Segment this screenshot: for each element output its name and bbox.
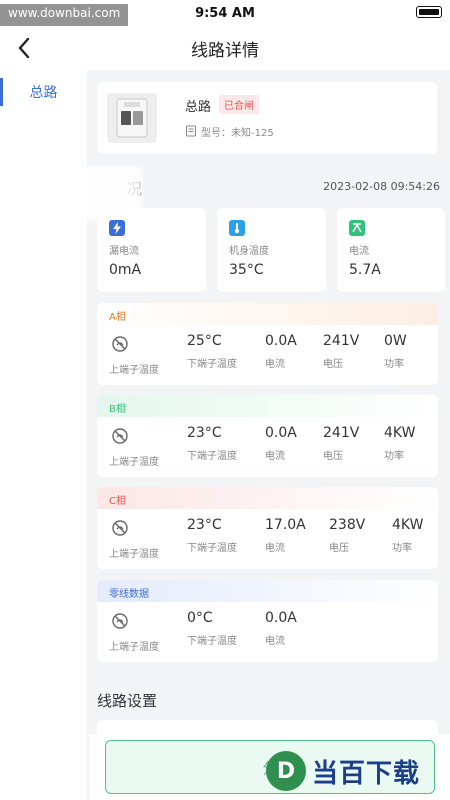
nav-bar: 线路详情 — [0, 26, 450, 70]
phase-label: 电流 — [265, 636, 285, 647]
bolt-icon — [109, 220, 125, 236]
sensor-off-icon — [112, 336, 128, 352]
phase-label: 下端子温度 — [187, 636, 237, 647]
status-time: 9:54 AM — [195, 5, 255, 21]
phase-value: 4KW — [384, 425, 416, 441]
stat-card-temperature: 机身温度 35°C — [217, 208, 326, 292]
stat-label: 机身温度 — [229, 246, 269, 257]
phase-sublabel: 上端子温度 — [109, 642, 159, 653]
phase-label: 下端子温度 — [187, 451, 237, 462]
phase-value: 23°C — [187, 517, 222, 533]
battery-icon — [416, 6, 442, 18]
stat-card-current: 电流 5.7A — [337, 208, 445, 292]
phase-title: A相 — [97, 303, 438, 325]
stat-value: 35°C — [229, 262, 264, 278]
stat-card-leakage: 漏电流 0mA — [97, 208, 206, 292]
phase-title: B相 — [97, 395, 438, 417]
sensor-off-icon — [112, 520, 128, 536]
main-content[interactable]: 总路 已合闸 型号：未知-125 况 2023-02-08 09:54:26 漏… — [87, 70, 450, 800]
sidebar-item-main-route[interactable]: 总路 — [0, 70, 87, 114]
phase-value: 17.0A — [265, 517, 306, 533]
phase-value: 25°C — [187, 333, 222, 349]
stat-value: 5.7A — [349, 262, 381, 278]
watermark-logo: D 当百下载 — [266, 750, 444, 792]
phase-value: 241V — [323, 425, 360, 441]
phase-label: 功率 — [384, 359, 404, 370]
sensor-off-icon — [112, 613, 128, 629]
phase-label: 功率 — [384, 451, 404, 462]
route-settings-title: 线路设置 — [97, 692, 158, 710]
phase-label: 电流 — [265, 451, 285, 462]
document-icon — [186, 125, 196, 137]
phase-value: 0°C — [187, 610, 213, 626]
update-time: 2023-02-08 09:54:26 — [323, 180, 440, 193]
phase-label: 功率 — [392, 543, 412, 554]
phase-label: 电压 — [329, 543, 349, 554]
status-badge: 已合闸 — [219, 95, 259, 114]
phase-sublabel: 上端子温度 — [109, 457, 159, 468]
logo-icon: D — [266, 751, 306, 791]
overview-header: 况 2023-02-08 09:54:26 — [97, 174, 440, 198]
phase-card-c: C相 上端子温度 23°C 下端子温度 17.0A 电流 238V 电压 4KW 功率 — [97, 487, 438, 569]
phase-value: 4KW — [392, 517, 424, 533]
thermometer-icon — [229, 220, 245, 236]
chevron-left-icon — [18, 37, 30, 59]
phase-value: 241V — [323, 333, 360, 349]
sensor-off-icon — [112, 428, 128, 444]
phase-label: 下端子温度 — [187, 543, 237, 554]
phase-sublabel: 上端子温度 — [109, 365, 159, 376]
phase-value: 0W — [384, 333, 407, 349]
phase-label: 电流 — [265, 543, 285, 554]
phase-card-b: B相 上端子温度 23°C 下端子温度 0.0A 电流 241V 电压 4KW 功率 — [97, 395, 438, 477]
phase-label: 电压 — [323, 359, 343, 370]
stat-value: 0mA — [109, 262, 142, 278]
phase-value: 0.0A — [265, 425, 297, 441]
stat-label: 电流 — [349, 246, 369, 257]
logo-text: 当百下载 — [312, 758, 421, 789]
sidebar-item-label: 总路 — [29, 85, 58, 101]
phase-title: C相 — [97, 487, 438, 509]
back-button[interactable] — [10, 34, 38, 62]
phase-card-a: A相 上端子温度 25°C 下端子温度 0.0A 电流 241V 电压 0W 功率 — [97, 303, 438, 385]
phase-label: 下端子温度 — [187, 359, 237, 370]
bottom-bar: 分 D 当百下载 — [89, 734, 450, 800]
phase-sublabel: 上端子温度 — [109, 549, 159, 560]
device-name: 总路 — [185, 100, 212, 115]
page-title: 线路详情 — [191, 40, 259, 61]
phase-label: 电压 — [323, 451, 343, 462]
device-model: 型号：未知-125 — [201, 128, 274, 139]
watermark-text: www.downbai.com — [0, 4, 129, 26]
phase-value: 0.0A — [265, 333, 297, 349]
phase-value: 23°C — [187, 425, 222, 441]
phase-value: 238V — [329, 517, 366, 533]
stat-label: 漏电流 — [109, 246, 139, 257]
phase-title: 零线数据 — [97, 580, 438, 602]
device-card: 总路 已合闸 型号：未知-125 — [97, 82, 437, 154]
phase-label: 电流 — [265, 359, 285, 370]
phase-value: 0.0A — [265, 610, 297, 626]
current-icon — [349, 220, 365, 236]
phase-card-neutral: 零线数据 上端子温度 0°C 下端子温度 0.0A 电流 — [97, 580, 438, 662]
sidebar: 总路 — [0, 70, 87, 800]
breaker-image — [107, 93, 157, 143]
